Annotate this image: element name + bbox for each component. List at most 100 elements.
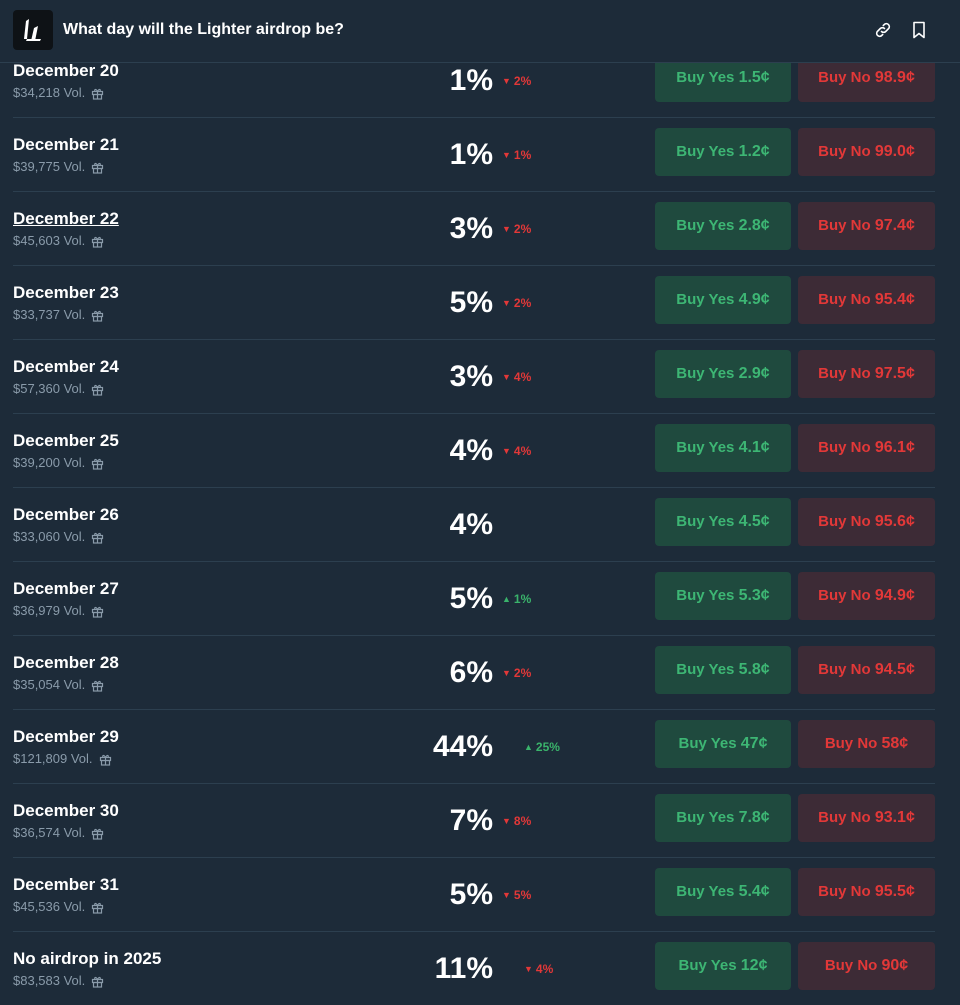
gift-icon[interactable] [91, 309, 104, 322]
probability-block: 6% ▼ 2% [413, 656, 613, 690]
gift-icon[interactable] [91, 827, 104, 840]
probability-block: 3% ▼ 2% [413, 212, 613, 246]
outcome-row[interactable]: December 30 $36,574 Vol. 7% ▼ 8% Buy Yes 7.8¢… [13, 784, 935, 858]
probability-block: 44% ▲ 25% [413, 730, 613, 764]
outcome-label[interactable]: December 21 [13, 135, 119, 155]
outcome-label[interactable]: December 29 [13, 727, 119, 747]
outcome-row[interactable]: December 26 $33,060 Vol. 4% Buy Yes 4.5¢ Buy… [13, 488, 935, 562]
outcome-label[interactable]: December 24 [13, 357, 119, 377]
up-arrow-icon: ▲ [502, 594, 511, 604]
outcome-label[interactable]: December 25 [13, 431, 119, 451]
buy-yes-button[interactable]: Buy Yes 7.8¢ [655, 794, 791, 842]
buy-yes-button[interactable]: Buy Yes 1.2¢ [655, 128, 791, 176]
probability-value: 5% [449, 286, 493, 319]
buy-no-button[interactable]: Buy No 90¢ [798, 942, 935, 990]
price-change: ▲ 1% [502, 592, 532, 606]
price-change: ▼ 8% [502, 814, 532, 828]
gift-icon[interactable] [91, 161, 104, 174]
probability-block: 5% ▼ 5% [413, 878, 613, 912]
price-change: ▼ 4% [524, 962, 554, 976]
outcome-label[interactable]: December 26 [13, 505, 119, 525]
buy-yes-button[interactable]: Buy Yes 5.3¢ [655, 572, 791, 620]
gift-icon[interactable] [91, 531, 104, 544]
outcome-label[interactable]: No airdrop in 2025 [13, 949, 161, 969]
buy-no-button[interactable]: Buy No 93.1¢ [798, 794, 935, 842]
buy-no-button[interactable]: Buy No 94.5¢ [798, 646, 935, 694]
gift-icon[interactable] [91, 975, 104, 988]
price-change: ▼ 2% [502, 222, 532, 236]
gift-icon[interactable] [91, 383, 104, 396]
probability-block: 4% [413, 508, 613, 542]
outcome-label[interactable]: December 23 [13, 283, 119, 303]
gift-icon[interactable] [91, 679, 104, 692]
buy-no-button[interactable]: Buy No 97.5¢ [798, 350, 935, 398]
buy-no-button[interactable]: Buy No 99.0¢ [798, 128, 935, 176]
outcome-label[interactable]: December 20 [13, 61, 119, 81]
outcome-volume: $36,979 Vol. [13, 603, 104, 619]
gift-icon[interactable] [91, 457, 104, 470]
outcome-label[interactable]: December 22 [13, 209, 119, 229]
bookmark-icon[interactable] [908, 19, 930, 41]
outcome-volume: $57,360 Vol. [13, 381, 104, 397]
probability-value: 4% [449, 434, 493, 467]
down-arrow-icon: ▼ [502, 150, 511, 160]
probability-block: 5% ▼ 2% [413, 286, 613, 320]
buy-no-button[interactable]: Buy No 94.9¢ [798, 572, 935, 620]
buy-yes-button[interactable]: Buy Yes 4.5¢ [655, 498, 791, 546]
buy-no-button[interactable]: Buy No 95.6¢ [798, 498, 935, 546]
price-change: ▲ 25% [524, 740, 560, 754]
outcome-volume: $39,775 Vol. [13, 159, 104, 175]
outcome-row[interactable]: December 27 $36,979 Vol. 5% ▲ 1% Buy Yes 5.3¢… [13, 562, 935, 636]
buy-yes-button[interactable]: Buy Yes 12¢ [655, 942, 791, 990]
buy-yes-button[interactable]: Buy Yes 2.9¢ [655, 350, 791, 398]
down-arrow-icon: ▼ [502, 668, 511, 678]
price-change: ▼ 2% [502, 74, 532, 88]
gift-icon[interactable] [91, 87, 104, 100]
probability-value: 7% [449, 804, 493, 837]
outcome-volume: $34,218 Vol. [13, 85, 104, 101]
outcome-row[interactable]: December 31 $45,536 Vol. 5% ▼ 5% Buy Yes 5.4¢… [13, 858, 935, 932]
outcome-row[interactable]: December 21 $39,775 Vol. 1% ▼ 1% Buy Yes 1.2¢… [13, 118, 935, 192]
buy-yes-button[interactable]: Buy Yes 47¢ [655, 720, 791, 768]
link-icon[interactable] [872, 19, 894, 41]
outcome-label[interactable]: December 31 [13, 875, 119, 895]
buy-no-button[interactable]: Buy No 58¢ [798, 720, 935, 768]
probability-block: 11% ▼ 4% [413, 952, 613, 986]
buy-no-button[interactable]: Buy No 95.5¢ [798, 868, 935, 916]
down-arrow-icon: ▼ [502, 76, 511, 86]
outcome-row[interactable]: No airdrop in 2025 $83,583 Vol. 11% ▼ 4% Buy … [13, 932, 935, 1005]
down-arrow-icon: ▼ [502, 446, 511, 456]
buy-yes-button[interactable]: Buy Yes 4.1¢ [655, 424, 791, 472]
outcome-row[interactable]: December 24 $57,360 Vol. 3% ▼ 4% Buy Yes 2.9¢… [13, 340, 935, 414]
buy-yes-button[interactable]: Buy Yes 4.9¢ [655, 276, 791, 324]
probability-block: 1% ▼ 2% [413, 64, 613, 98]
gift-icon[interactable] [91, 235, 104, 248]
outcome-row[interactable]: December 23 $33,737 Vol. 5% ▼ 2% Buy Yes 4.9¢… [13, 266, 935, 340]
buy-no-button[interactable]: Buy No 96.1¢ [798, 424, 935, 472]
price-change: ▼ 4% [502, 444, 532, 458]
buy-no-button[interactable]: Buy No 95.4¢ [798, 276, 935, 324]
buy-no-button[interactable]: Buy No 97.4¢ [798, 202, 935, 250]
price-change: ▼ 2% [502, 666, 532, 680]
buy-yes-button[interactable]: Buy Yes 5.4¢ [655, 868, 791, 916]
outcome-row[interactable]: December 22 $45,603 Vol. 3% ▼ 2% Buy Yes 2.8¢… [13, 192, 935, 266]
page-title: What day will the Lighter airdrop be? [63, 21, 344, 38]
outcome-label[interactable]: December 30 [13, 801, 119, 821]
outcome-volume: $39,200 Vol. [13, 455, 104, 471]
outcome-row[interactable]: December 28 $35,054 Vol. 6% ▼ 2% Buy Yes 5.8¢… [13, 636, 935, 710]
outcome-volume: $33,737 Vol. [13, 307, 104, 323]
down-arrow-icon: ▼ [502, 890, 511, 900]
outcome-row[interactable]: December 25 $39,200 Vol. 4% ▼ 4% Buy Yes 4.1¢… [13, 414, 935, 488]
probability-block: 5% ▲ 1% [413, 582, 613, 616]
gift-icon[interactable] [99, 753, 112, 766]
buy-yes-button[interactable]: Buy Yes 5.8¢ [655, 646, 791, 694]
outcome-label[interactable]: December 27 [13, 579, 119, 599]
outcome-row[interactable]: December 29 $121,809 Vol. 44% ▲ 25% Buy Yes 4… [13, 710, 935, 784]
buy-yes-button[interactable]: Buy Yes 2.8¢ [655, 202, 791, 250]
outcome-label[interactable]: December 28 [13, 653, 119, 673]
probability-value: 6% [449, 656, 493, 689]
gift-icon[interactable] [91, 605, 104, 618]
lighter-logo-icon[interactable] [13, 10, 53, 50]
outcome-volume: $121,809 Vol. [13, 751, 112, 767]
gift-icon[interactable] [91, 901, 104, 914]
